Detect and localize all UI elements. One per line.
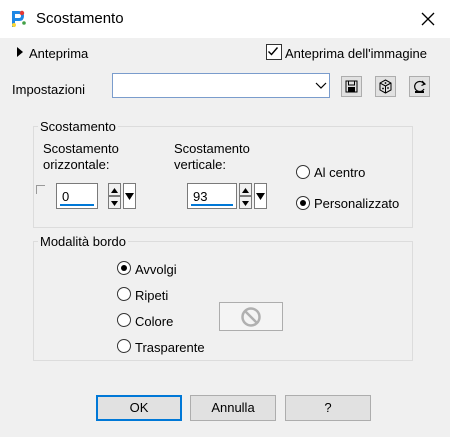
save-icon bbox=[345, 80, 358, 93]
expand-arrow-icon[interactable] bbox=[15, 46, 25, 58]
custom-radio-label[interactable]: Personalizzato bbox=[314, 196, 399, 211]
image-preview-checkbox[interactable] bbox=[266, 44, 282, 60]
horizontal-offset-value: 0 bbox=[62, 189, 70, 204]
preview-toggle-label[interactable]: Anteprima bbox=[29, 46, 88, 61]
horizontal-spinner[interactable] bbox=[108, 183, 121, 209]
checkmark-icon bbox=[268, 47, 279, 56]
vertical-spinner[interactable] bbox=[239, 183, 252, 209]
repeat-radio[interactable] bbox=[117, 287, 131, 301]
arrow-down-icon bbox=[111, 201, 118, 206]
horizontal-offset-label-2: orizzontale: bbox=[43, 157, 110, 172]
help-button[interactable]: ? bbox=[285, 395, 371, 421]
vertical-down-button[interactable] bbox=[239, 196, 252, 209]
link-checkbox[interactable] bbox=[36, 185, 45, 194]
color-swatch-button[interactable] bbox=[219, 302, 283, 331]
ok-button[interactable]: OK bbox=[96, 395, 182, 421]
center-radio[interactable] bbox=[296, 165, 310, 179]
wrap-radio[interactable] bbox=[117, 261, 131, 275]
randomize-button[interactable] bbox=[375, 76, 396, 97]
center-radio-label[interactable]: Al centro bbox=[314, 165, 365, 180]
transparent-radio[interactable] bbox=[117, 339, 131, 353]
settings-combobox[interactable] bbox=[112, 73, 330, 98]
window-title: Scostamento bbox=[36, 10, 124, 27]
reset-button[interactable] bbox=[409, 76, 430, 97]
horizontal-offset-input[interactable]: 0 bbox=[56, 183, 98, 209]
vertical-up-button[interactable] bbox=[239, 183, 252, 196]
close-icon[interactable] bbox=[416, 7, 440, 31]
horizontal-down-button[interactable] bbox=[108, 196, 121, 209]
vertical-offset-label-2: verticale: bbox=[174, 157, 227, 172]
arrow-up-icon bbox=[111, 188, 118, 193]
radio-selected-dot bbox=[300, 200, 306, 206]
custom-radio[interactable] bbox=[296, 196, 310, 210]
caret-down-icon bbox=[256, 193, 265, 200]
horizontal-up-button[interactable] bbox=[108, 183, 121, 196]
settings-label: Impostazioni bbox=[12, 82, 85, 97]
horizontal-dropdown-button[interactable] bbox=[123, 183, 136, 209]
horizontal-offset-label-1: Scostamento bbox=[43, 141, 119, 156]
wrap-radio-label[interactable]: Avvolgi bbox=[135, 262, 177, 277]
cancel-button[interactable]: Annulla bbox=[190, 395, 276, 421]
chevron-down-icon[interactable] bbox=[313, 74, 329, 97]
app-logo-icon bbox=[12, 10, 26, 27]
image-preview-label[interactable]: Anteprima dell'immagine bbox=[285, 46, 427, 61]
no-color-icon bbox=[241, 307, 261, 327]
radio-selected-dot bbox=[121, 265, 127, 271]
color-radio-label[interactable]: Colore bbox=[135, 314, 173, 329]
vertical-offset-value: 93 bbox=[193, 189, 208, 204]
border-mode-group bbox=[33, 241, 413, 361]
repeat-radio-label[interactable]: Ripeti bbox=[135, 288, 168, 303]
arrow-up-icon bbox=[242, 188, 249, 193]
dice-icon bbox=[379, 79, 392, 94]
input-underline bbox=[60, 204, 94, 206]
reset-icon bbox=[414, 80, 427, 93]
color-radio[interactable] bbox=[117, 313, 131, 327]
caret-down-icon bbox=[125, 193, 134, 200]
arrow-down-icon bbox=[242, 201, 249, 206]
border-mode-group-title: Modalità bordo bbox=[38, 234, 128, 249]
save-preset-button[interactable] bbox=[341, 76, 362, 97]
vertical-offset-input[interactable]: 93 bbox=[187, 183, 237, 209]
transparent-radio-label[interactable]: Trasparente bbox=[135, 340, 205, 355]
input-underline bbox=[191, 204, 233, 206]
vertical-dropdown-button[interactable] bbox=[254, 183, 267, 209]
vertical-offset-label-1: Scostamento bbox=[174, 141, 250, 156]
offset-group-title: Scostamento bbox=[38, 119, 118, 134]
